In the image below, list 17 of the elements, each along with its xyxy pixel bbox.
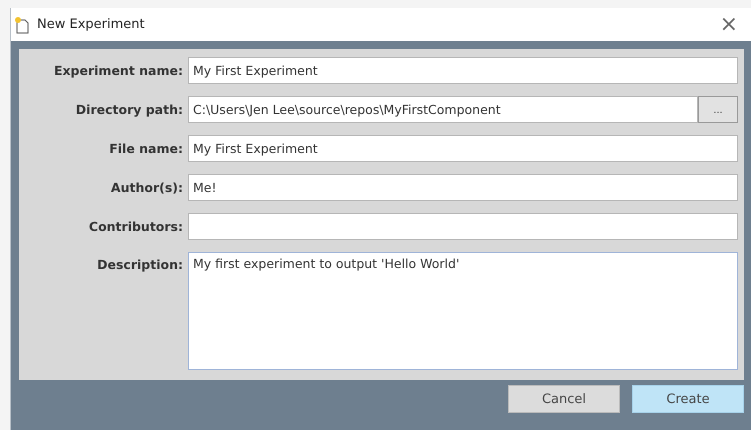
- field-label: Description:: [96, 256, 184, 272]
- field-label: File name:: [108, 141, 184, 156]
- cancel-button[interactable]: Cancel: [508, 385, 620, 413]
- field-label: Directory path:: [74, 102, 184, 117]
- browse-button[interactable]: ...: [698, 96, 738, 123]
- input-field[interactable]: Me!: [188, 174, 738, 201]
- field-label: Author(s):: [110, 180, 184, 195]
- input-field[interactable]: [188, 213, 738, 240]
- create-button[interactable]: Create: [632, 385, 744, 413]
- field-label: Experiment name:: [52, 63, 184, 78]
- description-field[interactable]: My first experiment to output 'Hello World': [188, 252, 738, 370]
- input-field[interactable]: My First Experiment: [188, 135, 738, 162]
- close-button[interactable]: ×: [716, 14, 742, 36]
- input-field[interactable]: C:\Users\Jen Lee\source\repos\MyFirstComponent: [188, 96, 698, 123]
- field-label: Contributors:: [88, 219, 184, 234]
- window-title: New Experiment: [37, 17, 145, 32]
- input-field[interactable]: My First Experiment: [188, 57, 738, 84]
